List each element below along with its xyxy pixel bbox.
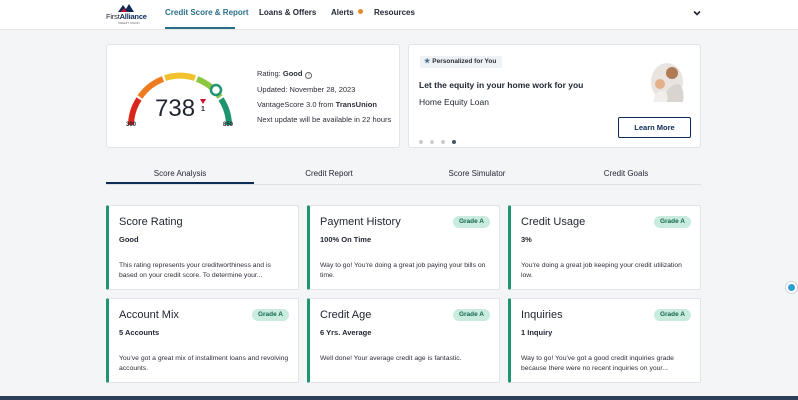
carousel-dot-3[interactable] [441,140,445,144]
grade-badge: Grade A [452,216,490,228]
factor-card-account-mix[interactable]: Account Mix Grade A 5 Accounts You've go… [106,298,299,383]
gauge-max-label: 850 [223,122,234,128]
factor-description: You've got a great mix of installment lo… [119,355,289,372]
grade-badge: Grade A [251,309,289,321]
factor-title: Score Rating [119,216,183,228]
grade-badge: Grade A [653,216,691,228]
caret-down-icon [200,99,206,104]
brand-name: FirstAlliance [106,12,147,21]
tab-score-simulator[interactable]: Score Simulator [403,169,551,178]
factor-description: This rating represents your creditworthi… [119,262,271,279]
factor-value: 6 Yrs. Average [320,328,372,337]
chat-widget-dot [788,284,795,291]
factor-value: 3% [521,235,532,244]
family-photo [651,63,684,102]
chat-widget-icon[interactable] [785,281,798,294]
nav-alerts[interactable]: Alerts [331,8,363,17]
mountain-logo-icon [118,4,134,12]
factor-description: Way to go! You're doing a great job payi… [320,262,486,279]
factor-description: Way to go! You've got a good credit inqu… [521,355,674,372]
carousel-dot-2[interactable] [430,140,434,144]
factor-value: 100% On Time [320,235,372,244]
tab-credit-goals[interactable]: Credit Goals [552,169,700,178]
score-updated-date: Updated: November 28, 2023 [257,85,356,94]
personalized-badge: ★ Personalized for You [420,56,503,68]
next-update-info: Next update will be available in 22 hour… [257,115,392,124]
carousel-dot-1[interactable] [419,140,423,144]
score-model: VantageScore 3.0 from TransUnion [257,100,377,109]
credit-score-card: 738 1 300 850 Rating: Good i Updated: Nov… [106,44,400,148]
grade-badge: Grade A [452,309,490,321]
factor-title: Account Mix [119,309,179,321]
carousel-dots [419,131,463,144]
nav-credit-score-report[interactable]: Credit Score & Report [165,8,249,17]
gauge-min-label: 300 [126,122,137,128]
alert-notification-dot [357,9,363,14]
factor-value: 1 Inquiry [521,328,553,337]
factor-title: Credit Usage [521,216,586,228]
factor-value: Good [119,235,139,244]
learn-more-button[interactable]: Learn More [618,117,691,138]
top-navigation: FirstAlliance CREDIT UNION Credit Score … [0,0,798,30]
carousel-dot-4[interactable] [452,140,456,144]
info-icon[interactable]: i [305,72,313,79]
grade-badge: Grade A [653,309,691,321]
score-change: 1 [201,106,205,113]
tab-active-indicator [106,182,254,184]
nav-loans-offers[interactable]: Loans & Offers [259,8,316,17]
star-icon: ★ [424,58,431,65]
factor-description: Well done! Your average credit age is fa… [320,355,462,362]
brand-tagline: CREDIT UNION [118,21,140,25]
factor-card-payment-history[interactable]: Payment History Grade A 100% On Time Way… [307,205,500,290]
factor-title: Credit Age [320,309,372,321]
factor-value: 5 Accounts [119,328,160,337]
score-rating: Rating: Good i [257,69,313,79]
credit-score-value: 738 [155,95,196,122]
factor-title: Inquiries [521,309,563,321]
nav-resources[interactable]: Resources [374,8,415,17]
tab-score-analysis[interactable]: Score Analysis [106,169,254,178]
gauge-marker [209,83,223,97]
factor-card-credit-usage[interactable]: Credit Usage Grade A 3% You're doing a g… [508,205,701,290]
footer-bar [0,396,798,400]
tab-credit-report[interactable]: Credit Report [255,169,403,178]
factor-card-score-rating[interactable]: Score Rating Good This rating represents… [106,205,299,290]
factor-card-credit-age[interactable]: Credit Age Grade A 6 Yrs. Average Well d… [307,298,500,383]
analysis-tabs: Score Analysis Credit Report Score Simul… [106,165,701,185]
factor-title: Payment History [320,216,401,228]
promo-subtitle: Home Equity Loan [419,97,489,107]
brand-logo[interactable]: FirstAlliance CREDIT UNION [106,4,150,26]
promo-card: ★ Personalized for You Let the equity in … [408,44,701,148]
nav-active-indicator [165,27,235,29]
nav-alerts-label: Alerts [331,8,354,17]
factor-description: You're doing a great job keeping your cr… [521,262,682,279]
factor-card-inquiries[interactable]: Inquiries Grade A 1 Inquiry Way to go! Y… [508,298,701,383]
chevron-down-icon[interactable] [692,8,702,18]
promo-title: Let the equity in your home work for you [419,80,584,90]
